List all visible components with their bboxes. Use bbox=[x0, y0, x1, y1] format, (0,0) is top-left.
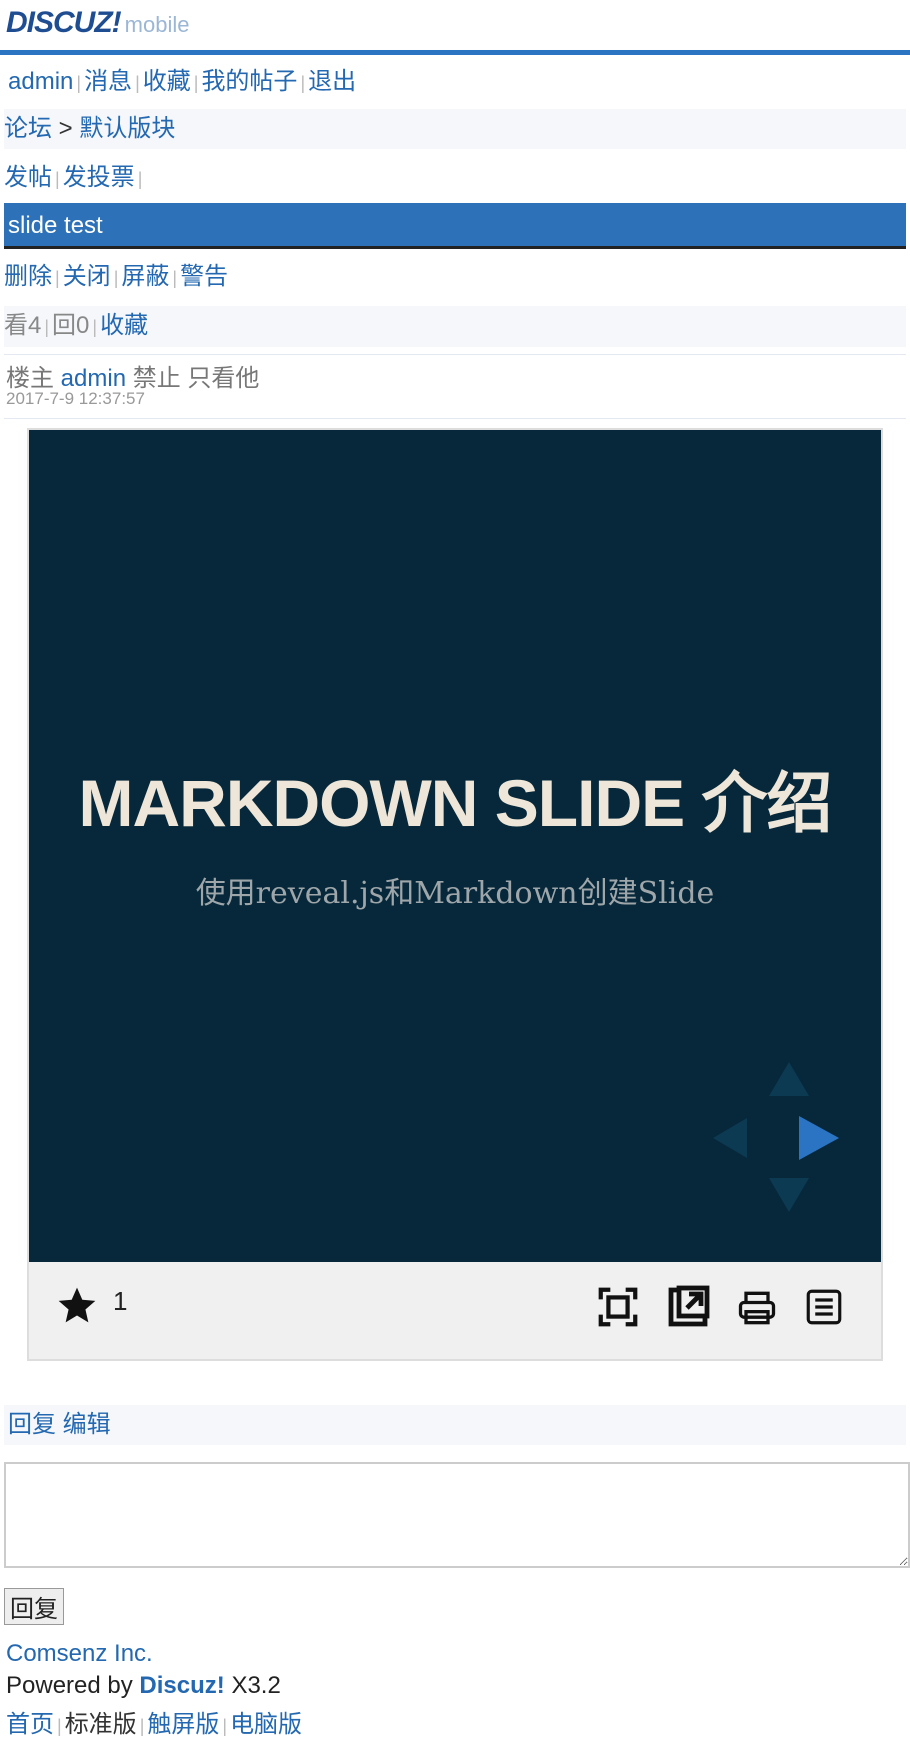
warn-link[interactable]: 警告 bbox=[180, 263, 228, 290]
slide-toolbar: 1 bbox=[29, 1262, 881, 1359]
star-icon bbox=[58, 1287, 96, 1323]
footer-touch-link[interactable]: 触屏版 bbox=[147, 1711, 219, 1738]
post-actions: 发帖 | 发投票 | bbox=[4, 158, 906, 199]
popout-icon bbox=[668, 1285, 710, 1327]
separator: | bbox=[222, 1716, 228, 1736]
powered-brand[interactable]: Discuz! bbox=[139, 1672, 224, 1699]
slide-canvas[interactable]: MARKDOWN SLIDE 介绍 使用reveal.js和Markdown创建… bbox=[29, 430, 881, 1262]
logo-mobile: mobile bbox=[124, 12, 190, 37]
separator: | bbox=[193, 73, 199, 93]
star-count: 1 bbox=[113, 1286, 128, 1316]
site-header: DISCUZ! mobile bbox=[0, 0, 910, 55]
print-button[interactable] bbox=[735, 1286, 779, 1335]
reply-submit-button[interactable]: 回复 bbox=[4, 1588, 64, 1625]
only-him-link[interactable]: 只看他 bbox=[187, 365, 259, 392]
fullscreen-button[interactable] bbox=[595, 1284, 641, 1335]
breadcrumb: 论坛 > 默认版块 bbox=[4, 109, 906, 149]
post-time: 2017-7-9 12:37:57 bbox=[6, 389, 145, 408]
reply-textarea[interactable] bbox=[4, 1462, 910, 1568]
author-role: 楼主 bbox=[6, 365, 54, 392]
slide-nav-left-icon[interactable] bbox=[713, 1118, 747, 1158]
slide-subtitle: 使用reveal.js和Markdown创建Slide bbox=[195, 876, 715, 911]
print-icon bbox=[738, 1291, 776, 1325]
user-nav: admin | 消息 | 收藏 | 我的帖子 | 退出 bbox=[4, 62, 906, 103]
separator: | bbox=[76, 73, 82, 93]
post-author-line: 楼主 admin 禁止 只看他 bbox=[6, 358, 259, 393]
separator: | bbox=[135, 73, 140, 93]
new-thread-link[interactable]: 发帖 bbox=[4, 164, 52, 191]
slide-nav-up-icon[interactable] bbox=[769, 1062, 809, 1096]
reply-count: 回0 bbox=[52, 312, 90, 339]
list-button[interactable] bbox=[803, 1286, 845, 1333]
ban-link[interactable]: 禁止 bbox=[133, 365, 181, 392]
separator: | bbox=[139, 1716, 145, 1736]
popout-button[interactable] bbox=[665, 1282, 713, 1335]
footer-powered: Powered by Discuz! X3.2 bbox=[6, 1672, 281, 1700]
separator: | bbox=[172, 268, 178, 288]
block-link[interactable]: 屏蔽 bbox=[121, 263, 169, 290]
user-nav-logout[interactable]: 退出 bbox=[308, 68, 356, 95]
user-nav-my-threads[interactable]: 我的帖子 bbox=[201, 68, 297, 95]
post-meta: 楼主 admin 禁止 只看他 2017-7-9 12:37:57 bbox=[4, 354, 906, 419]
breadcrumb-forum[interactable]: 论坛 bbox=[4, 115, 52, 142]
delete-link[interactable]: 删除 bbox=[4, 263, 52, 290]
footer-links: 首页 | 标准版 | 触屏版 | 电脑版 bbox=[6, 1704, 302, 1739]
powered-prefix: Powered by bbox=[6, 1672, 133, 1699]
separator: | bbox=[55, 268, 60, 288]
reply-link[interactable]: 回复 bbox=[8, 1411, 56, 1438]
separator: | bbox=[300, 73, 306, 93]
author-link[interactable]: admin bbox=[61, 365, 126, 392]
slide-embed: MARKDOWN SLIDE 介绍 使用reveal.js和Markdown创建… bbox=[27, 428, 883, 1361]
footer-pc-link[interactable]: 电脑版 bbox=[230, 1711, 302, 1738]
breadcrumb-board[interactable]: 默认版块 bbox=[79, 115, 175, 142]
view-count: 看4 bbox=[4, 312, 42, 339]
powered-version: X3.2 bbox=[231, 1672, 281, 1699]
fullscreen-icon bbox=[598, 1287, 638, 1327]
site-logo[interactable]: DISCUZ! mobile bbox=[6, 6, 189, 40]
star-button[interactable] bbox=[55, 1284, 99, 1333]
separator: | bbox=[44, 317, 50, 337]
slide-title: MARKDOWN SLIDE 介绍 bbox=[78, 766, 833, 840]
company-link[interactable]: Comsenz Inc. bbox=[6, 1640, 153, 1667]
favorite-link[interactable]: 收藏 bbox=[100, 312, 148, 339]
logo-brand: DISCUZ! bbox=[6, 6, 122, 39]
breadcrumb-separator: > bbox=[58, 115, 73, 142]
footer-home-link[interactable]: 首页 bbox=[6, 1711, 54, 1738]
separator: | bbox=[92, 317, 98, 337]
close-link[interactable]: 关闭 bbox=[63, 263, 111, 290]
reply-bar: 回复 编辑 bbox=[4, 1405, 906, 1445]
user-nav-messages[interactable]: 消息 bbox=[84, 68, 132, 95]
separator: | bbox=[55, 169, 60, 189]
separator: | bbox=[137, 169, 143, 189]
moderation-actions: 删除 | 关闭 | 屏蔽 | 警告 bbox=[4, 257, 906, 298]
footer-standard-link[interactable]: 标准版 bbox=[65, 1711, 137, 1738]
new-poll-link[interactable]: 发投票 bbox=[63, 164, 135, 191]
slide-nav-down-icon[interactable] bbox=[769, 1178, 809, 1212]
list-icon bbox=[806, 1289, 842, 1325]
footer-company: Comsenz Inc. bbox=[6, 1640, 153, 1668]
user-nav-admin[interactable]: admin bbox=[8, 68, 73, 95]
edit-link[interactable]: 编辑 bbox=[63, 1411, 111, 1438]
user-nav-favorites[interactable]: 收藏 bbox=[143, 68, 191, 95]
slide-nav-right-icon[interactable] bbox=[799, 1116, 839, 1160]
thread-title: slide test bbox=[4, 203, 906, 249]
separator: | bbox=[57, 1716, 62, 1736]
separator: | bbox=[113, 268, 119, 288]
thread-stats: 看4 | 回0 | 收藏 bbox=[4, 306, 906, 347]
